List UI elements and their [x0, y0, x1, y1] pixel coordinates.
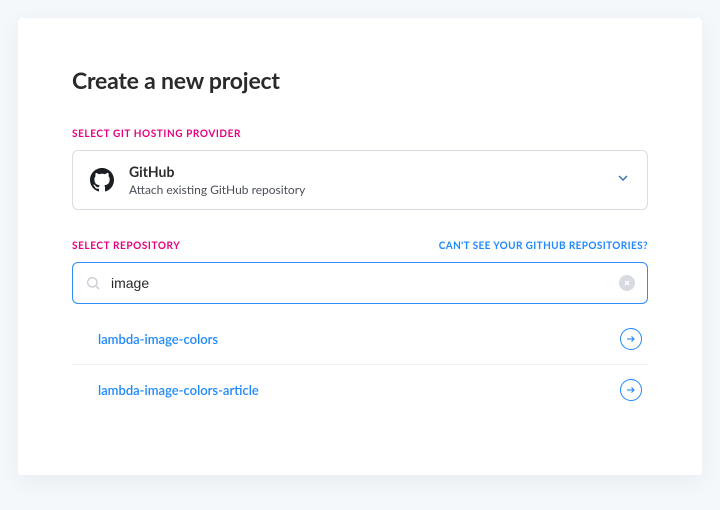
chevron-down-icon [615, 170, 631, 190]
provider-section-header: SELECT GIT HOSTING PROVIDER [72, 128, 648, 140]
repo-name: lambda-image-colors [98, 331, 218, 347]
repo-search-field[interactable] [72, 262, 648, 304]
github-icon [89, 167, 115, 193]
provider-text: GitHub Attach existing GitHub repository [129, 163, 601, 197]
repo-section-label: SELECT REPOSITORY [72, 240, 180, 252]
repo-help-link[interactable]: CAN'T SEE YOUR GITHUB REPOSITORIES? [439, 240, 648, 252]
create-project-card: Create a new project SELECT GIT HOSTING … [18, 18, 702, 475]
provider-section-label: SELECT GIT HOSTING PROVIDER [72, 128, 241, 140]
arrow-right-icon[interactable] [620, 328, 642, 350]
repo-section-header: SELECT REPOSITORY CAN'T SEE YOUR GITHUB … [72, 240, 648, 252]
git-provider-select[interactable]: GitHub Attach existing GitHub repository [72, 150, 648, 210]
repo-result-item[interactable]: lambda-image-colors-article [72, 365, 648, 415]
repo-result-item[interactable]: lambda-image-colors [72, 314, 648, 365]
provider-subtitle: Attach existing GitHub repository [129, 182, 601, 197]
provider-name: GitHub [129, 163, 601, 180]
page-title: Create a new project [72, 66, 648, 94]
search-icon [85, 275, 101, 291]
arrow-right-icon[interactable] [620, 379, 642, 401]
clear-search-button[interactable] [619, 275, 635, 291]
repo-name: lambda-image-colors-article [98, 382, 259, 398]
repo-result-list: lambda-image-colors lambda-image-colors-… [72, 314, 648, 415]
repo-search-input[interactable] [111, 275, 609, 291]
